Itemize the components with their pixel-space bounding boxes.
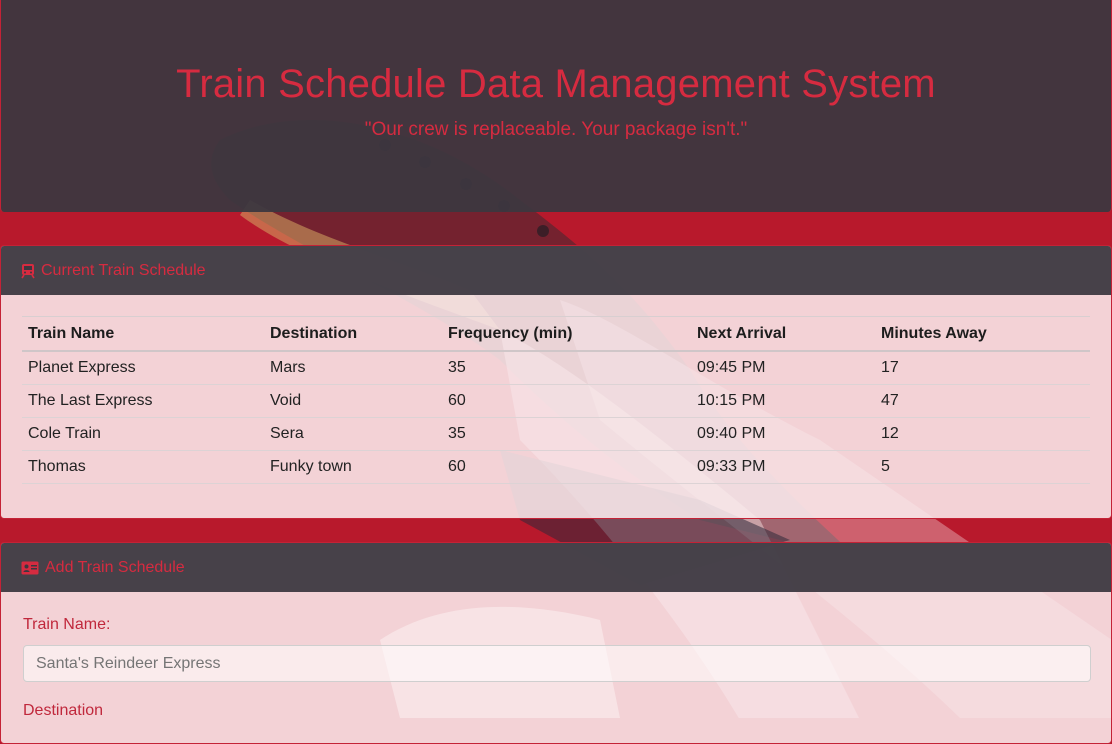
table-row: Planet Express Mars 35 09:45 PM 17: [22, 351, 1090, 385]
page-title: Train Schedule Data Management System: [176, 62, 936, 106]
table-header-row: Train Name Destination Frequency (min) N…: [22, 316, 1090, 352]
add-schedule-card: Add Train Schedule Train Name: Destinati…: [0, 542, 1112, 744]
cell-frequency: 60: [442, 450, 691, 484]
cell-destination: Mars: [264, 351, 442, 385]
id-card-icon: [21, 561, 39, 574]
cell-minutes-away: 12: [875, 417, 1090, 451]
column-header-frequency: Frequency (min): [442, 316, 691, 352]
cell-train-name: The Last Express: [22, 384, 264, 418]
add-schedule-title: Add Train Schedule: [45, 558, 185, 576]
column-header-train-name: Train Name: [22, 316, 264, 352]
train-name-label: Train Name:: [23, 616, 111, 633]
cell-train-name: Cole Train: [22, 417, 264, 451]
table-row: The Last Express Void 60 10:15 PM 47: [22, 384, 1090, 418]
cell-train-name: Planet Express: [22, 351, 264, 385]
schedule-table: Train Name Destination Frequency (min) N…: [22, 316, 1090, 484]
cell-next-arrival: 09:45 PM: [691, 351, 875, 385]
table-row: Cole Train Sera 35 09:40 PM 12: [22, 417, 1090, 451]
current-schedule-title: Current Train Schedule: [41, 261, 206, 279]
cell-frequency: 35: [442, 417, 691, 451]
destination-label: Destination: [23, 702, 104, 719]
cell-next-arrival: 10:15 PM: [691, 384, 875, 418]
header-jumbotron: Train Schedule Data Management System "O…: [0, 0, 1112, 212]
cell-destination: Sera: [264, 417, 442, 451]
cell-destination: Void: [264, 384, 442, 418]
add-schedule-card-header: Add Train Schedule: [1, 543, 1111, 592]
table-row: Thomas Funky town 60 09:33 PM 5: [22, 450, 1090, 484]
cell-frequency: 35: [442, 351, 691, 385]
cell-minutes-away: 5: [875, 450, 1090, 484]
cell-next-arrival: 09:33 PM: [691, 450, 875, 484]
cell-next-arrival: 09:40 PM: [691, 417, 875, 451]
column-header-destination: Destination: [264, 316, 442, 352]
cell-train-name: Thomas: [22, 450, 264, 484]
column-header-next-arrival: Next Arrival: [691, 316, 875, 352]
page-tagline: "Our crew is replaceable. Your package i…: [364, 119, 748, 140]
current-schedule-card-header: Current Train Schedule: [1, 246, 1111, 295]
current-schedule-card: Current Train Schedule Train Name Destin…: [0, 245, 1112, 519]
cell-destination: Funky town: [264, 450, 442, 484]
cell-minutes-away: 47: [875, 384, 1090, 418]
cell-frequency: 60: [442, 384, 691, 418]
column-header-minutes-away: Minutes Away: [875, 316, 1090, 352]
train-name-input[interactable]: [23, 645, 1091, 682]
cell-minutes-away: 17: [875, 351, 1090, 385]
train-icon: [21, 263, 35, 278]
